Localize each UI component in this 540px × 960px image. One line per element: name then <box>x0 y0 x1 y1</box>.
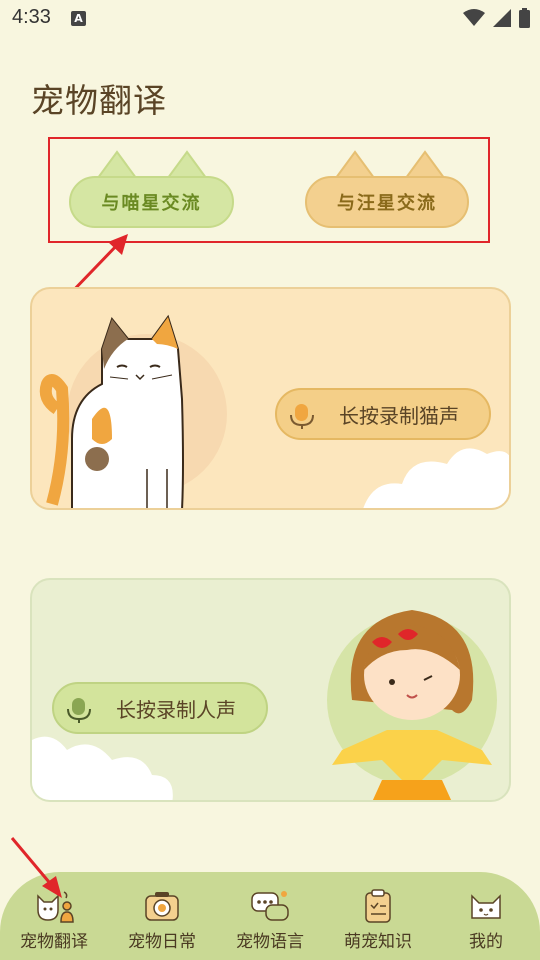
signal-icon <box>493 9 511 27</box>
record-human-voice-button[interactable]: 长按录制人声 <box>52 682 268 734</box>
battery-icon <box>519 8 530 28</box>
cloud-decoration <box>32 736 173 800</box>
annotation-arrow-bottom <box>10 837 62 898</box>
system-status-icons <box>463 8 530 28</box>
record-cat-sound-button[interactable]: 长按录制猫声 <box>275 388 491 440</box>
cat-illustration <box>39 314 227 508</box>
camera-icon <box>145 892 179 921</box>
cloud-decoration <box>363 448 509 508</box>
page-title: 宠物翻译 <box>31 81 167 120</box>
human-recording-card: 长按录制人声 <box>30 578 511 802</box>
cat-face-icon <box>471 894 501 919</box>
microphone-icon <box>67 698 91 723</box>
nav-label: 宠物语言 <box>236 932 304 952</box>
clipboard-icon <box>365 889 391 923</box>
nav-label: 宠物日常 <box>128 932 196 952</box>
nav-item-pet-knowledge[interactable]: 萌宠知识 <box>324 888 432 952</box>
nav-item-pet-language[interactable]: 宠物语言 <box>216 888 324 952</box>
record-human-voice-label: 长按录制人声 <box>116 697 236 722</box>
talk-with-cats-button[interactable]: 与喵星交流 <box>69 176 234 228</box>
nav-item-mine[interactable]: 我的 <box>432 888 540 952</box>
status-time: 4:33 <box>12 6 51 28</box>
record-cat-sound-label: 长按录制猫声 <box>339 403 459 428</box>
nav-label: 萌宠知识 <box>344 932 412 952</box>
wifi-icon <box>463 9 485 26</box>
nav-label: 宠物翻译 <box>20 932 88 952</box>
bottom-nav: 宠物翻译 宠物日常 宠物语言 萌宠知识 我的 <box>0 872 540 960</box>
notification-icon: A <box>71 11 86 26</box>
status-bar: 4:33 A <box>0 0 540 40</box>
girl-illustration <box>327 610 497 800</box>
microphone-icon <box>290 404 314 429</box>
chat-bubble-icon <box>251 891 289 921</box>
nav-item-pet-daily[interactable]: 宠物日常 <box>108 888 216 952</box>
talk-with-dogs-button[interactable]: 与汪星交流 <box>305 176 469 228</box>
cat-recording-card: 长按录制猫声 <box>30 287 511 510</box>
nav-label: 我的 <box>469 932 503 952</box>
